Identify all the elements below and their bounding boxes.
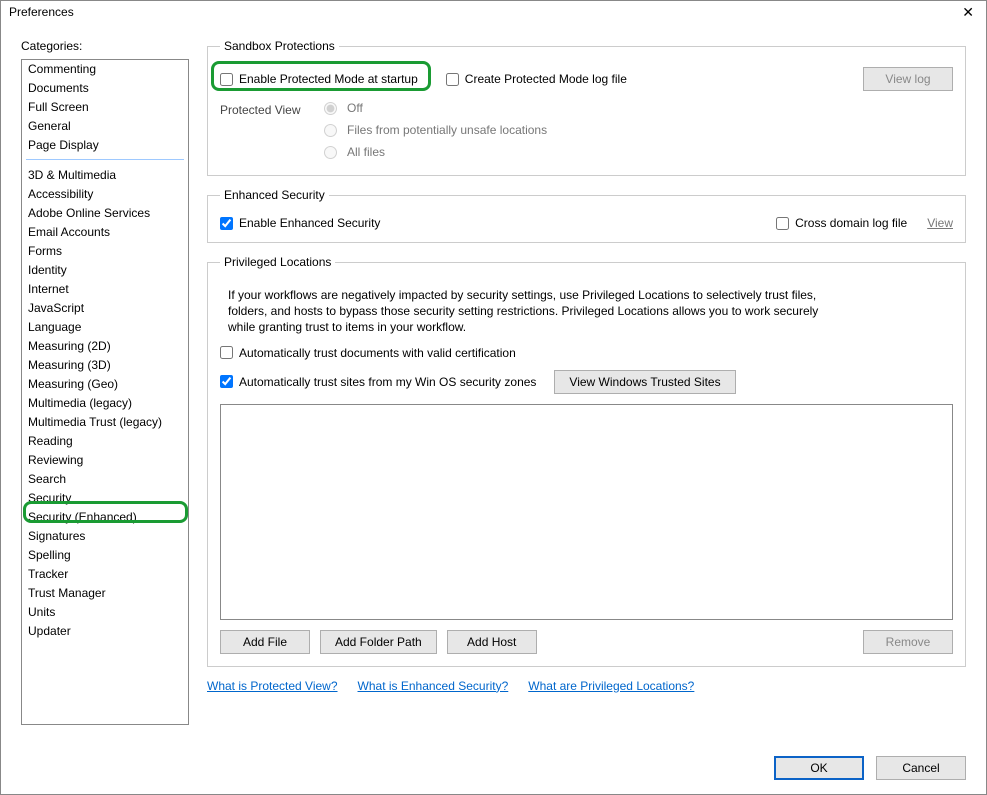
ok-button[interactable]: OK — [774, 756, 864, 780]
category-item[interactable]: Security — [22, 489, 188, 508]
category-item[interactable]: Reading — [22, 432, 188, 451]
add-folder-button[interactable]: Add Folder Path — [320, 630, 437, 654]
cross-domain-log-input[interactable] — [776, 217, 789, 230]
category-item[interactable]: Multimedia (legacy) — [22, 394, 188, 413]
categories-listbox[interactable]: Commenting Documents Full Screen General… — [21, 59, 189, 725]
category-item[interactable]: JavaScript — [22, 299, 188, 318]
cross-domain-log-label: Cross domain log file — [795, 216, 907, 230]
help-privileged-locations-link[interactable]: What are Privileged Locations? — [528, 679, 694, 693]
enable-protected-mode-input[interactable] — [220, 73, 233, 86]
auto-trust-cert-input[interactable] — [220, 346, 233, 359]
category-item[interactable]: Trust Manager — [22, 584, 188, 603]
category-item[interactable]: Identity — [22, 261, 188, 280]
category-item[interactable]: Language — [22, 318, 188, 337]
category-item[interactable]: Units — [22, 603, 188, 622]
category-item[interactable]: Page Display — [22, 136, 188, 155]
help-enhanced-security-link[interactable]: What is Enhanced Security? — [358, 679, 509, 693]
category-item[interactable]: Measuring (Geo) — [22, 375, 188, 394]
category-item[interactable]: Measuring (3D) — [22, 356, 188, 375]
privileged-locations-listbox[interactable] — [220, 404, 953, 620]
category-item-security-enhanced[interactable]: Security (Enhanced) — [22, 508, 188, 527]
categories-label: Categories: — [21, 39, 191, 53]
add-host-button[interactable]: Add Host — [447, 630, 537, 654]
sandbox-legend: Sandbox Protections — [220, 39, 339, 53]
enable-enhanced-checkbox[interactable]: Enable Enhanced Security — [220, 216, 380, 230]
help-protected-view-link[interactable]: What is Protected View? — [207, 679, 338, 693]
category-item[interactable]: General — [22, 117, 188, 136]
pv-unsafe-radio[interactable]: Files from potentially unsafe locations — [324, 123, 547, 137]
enhanced-legend: Enhanced Security — [220, 188, 329, 202]
window-title: Preferences — [9, 5, 74, 19]
view-cross-log-link[interactable]: View — [927, 216, 953, 230]
close-icon[interactable]: ✕ — [958, 5, 978, 19]
auto-trust-sites-label: Automatically trust sites from my Win OS… — [239, 375, 536, 389]
category-item[interactable]: Email Accounts — [22, 223, 188, 242]
cross-domain-log-checkbox[interactable]: Cross domain log file — [776, 216, 907, 230]
sandbox-protections-group: Sandbox Protections Enable Protected Mod… — [207, 39, 966, 176]
pv-all-radio[interactable]: All files — [324, 145, 547, 159]
category-item[interactable]: Search — [22, 470, 188, 489]
category-item[interactable]: Forms — [22, 242, 188, 261]
pv-off-radio[interactable]: Off — [324, 101, 547, 115]
protected-view-label: Protected View — [220, 101, 310, 117]
cancel-button[interactable]: Cancel — [876, 756, 966, 780]
auto-trust-cert-label: Automatically trust documents with valid… — [239, 346, 516, 360]
auto-trust-sites-checkbox[interactable]: Automatically trust sites from my Win OS… — [220, 375, 536, 389]
category-item[interactable]: Accessibility — [22, 185, 188, 204]
add-file-button[interactable]: Add File — [220, 630, 310, 654]
enhanced-security-group: Enhanced Security Enable Enhanced Securi… — [207, 188, 966, 243]
enable-protected-mode-checkbox[interactable]: Enable Protected Mode at startup — [220, 72, 418, 86]
auto-trust-sites-input[interactable] — [220, 375, 233, 388]
category-item[interactable]: Updater — [22, 622, 188, 641]
category-item[interactable]: Adobe Online Services — [22, 204, 188, 223]
category-item[interactable]: Tracker — [22, 565, 188, 584]
priv-legend: Privileged Locations — [220, 255, 335, 269]
category-item[interactable]: Reviewing — [22, 451, 188, 470]
category-item[interactable]: Documents — [22, 79, 188, 98]
category-item[interactable]: Measuring (2D) — [22, 337, 188, 356]
enable-enhanced-input[interactable] — [220, 217, 233, 230]
create-log-label: Create Protected Mode log file — [465, 72, 627, 86]
category-item[interactable]: Commenting — [22, 60, 188, 79]
category-item[interactable]: Signatures — [22, 527, 188, 546]
enable-protected-mode-label: Enable Protected Mode at startup — [239, 72, 418, 86]
category-item[interactable]: 3D & Multimedia — [22, 166, 188, 185]
priv-description: If your workflows are negatively impacte… — [228, 287, 828, 336]
view-log-button[interactable]: View log — [863, 67, 953, 91]
category-item[interactable]: Full Screen — [22, 98, 188, 117]
enable-enhanced-label: Enable Enhanced Security — [239, 216, 380, 230]
auto-trust-cert-checkbox[interactable]: Automatically trust documents with valid… — [220, 346, 516, 360]
category-item[interactable]: Spelling — [22, 546, 188, 565]
category-item[interactable]: Internet — [22, 280, 188, 299]
privileged-locations-group: Privileged Locations If your workflows a… — [207, 255, 966, 667]
remove-button[interactable]: Remove — [863, 630, 953, 654]
view-trusted-sites-button[interactable]: View Windows Trusted Sites — [554, 370, 735, 394]
create-log-input[interactable] — [446, 73, 459, 86]
create-log-checkbox[interactable]: Create Protected Mode log file — [446, 72, 627, 86]
category-item[interactable]: Multimedia Trust (legacy) — [22, 413, 188, 432]
